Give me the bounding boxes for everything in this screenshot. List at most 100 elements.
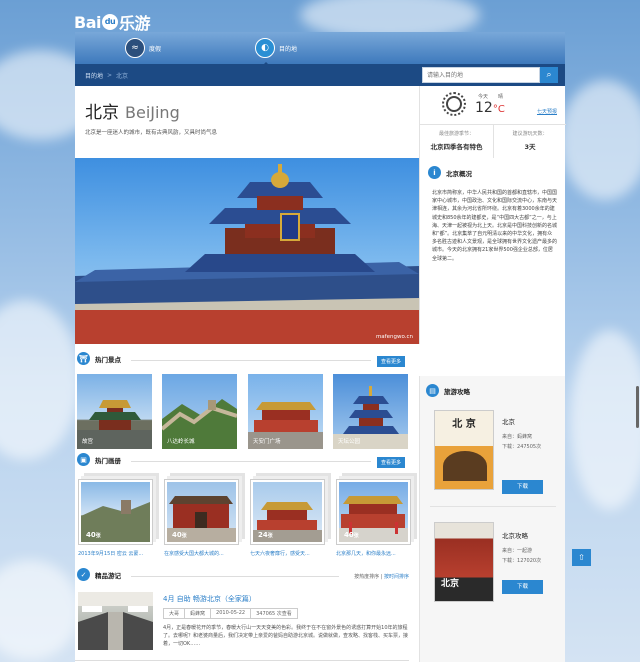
suggested-days-label: 建议游玩天数： bbox=[512, 131, 548, 137]
search-input[interactable] bbox=[422, 67, 540, 83]
guides-title: 旅游攻略 bbox=[444, 387, 470, 396]
guide-cover[interactable]: 北京 bbox=[434, 522, 494, 602]
breadcrumb-bar: 目的地 > 北京 ⌕ bbox=[75, 64, 565, 86]
album-cover: 24张 bbox=[253, 482, 322, 542]
train-interior-image bbox=[78, 592, 153, 650]
guide-source-label: 来自： bbox=[502, 548, 518, 554]
temperature-value: 12 bbox=[475, 100, 493, 116]
overview-text: 北京市简称京，中华人民共和国的首都和直辖市，中国国家中心城市，中国政治、文化和国… bbox=[432, 190, 558, 262]
album-card[interactable]: 40张 bbox=[336, 479, 411, 545]
divider bbox=[131, 461, 371, 462]
search-icon: ⌕ bbox=[546, 70, 552, 80]
album-count-unit: 张 bbox=[181, 533, 187, 539]
travelogue-sort: 按热度排序 | 按时间排序 bbox=[354, 573, 409, 580]
guide-source-value: 蚂蜂窝 bbox=[517, 434, 533, 440]
guide-cover-title: 北 京 bbox=[452, 419, 476, 430]
temperature-unit: °C bbox=[492, 104, 505, 115]
scrollbar[interactable] bbox=[636, 386, 639, 428]
top-nav: ≈ 度假 ◐ 目的地 bbox=[75, 32, 565, 66]
divider bbox=[131, 360, 371, 361]
guide-source: 来自：蚂蜂窝 bbox=[502, 433, 541, 440]
album-count: 24张 bbox=[258, 531, 273, 539]
album-card[interactable]: 40张 bbox=[78, 479, 153, 545]
weather-panel: 今天 晴 12°C 七天预报 最佳旅游季节： 北京四季各有特色 建议游玩天数： … bbox=[419, 86, 566, 158]
spot-name: 八达岭长城 bbox=[167, 439, 195, 445]
spots-more-button[interactable]: 查看更多 bbox=[377, 356, 406, 367]
album-cover: 40张 bbox=[339, 482, 408, 542]
album-count-number: 40 bbox=[86, 531, 96, 539]
breadcrumb-separator: > bbox=[107, 71, 113, 79]
travelogue-item[interactable]: 4月 自助 畅游北京（全家篇） 大哥 蚂蜂窝 2010-05-22 347065… bbox=[75, 588, 419, 662]
baidu-lvyou-logo[interactable]: Bai du 乐游 bbox=[74, 10, 151, 34]
divider bbox=[131, 576, 339, 577]
guide-download-button[interactable]: 下载 bbox=[502, 480, 543, 494]
logo-text-bai: Bai bbox=[74, 12, 101, 32]
travelogue-thumbnail bbox=[78, 592, 153, 650]
guide-cover-bg bbox=[435, 523, 493, 601]
best-season-value: 北京四季各有特色 bbox=[430, 143, 483, 151]
guide-download-button[interactable]: 下载 bbox=[502, 580, 543, 594]
destination-icon: ◐ bbox=[255, 38, 275, 58]
spot-card-great-wall[interactable]: 八达岭长城 bbox=[162, 374, 237, 449]
meta-source: 蚂蜂窝 bbox=[184, 608, 212, 619]
guide-cover-title: 北京 bbox=[441, 579, 460, 589]
spot-card-tiananmen[interactable]: 天安门广场 bbox=[248, 374, 323, 449]
overview-title: 北京概况 bbox=[446, 169, 472, 178]
guide-source-label: 来自： bbox=[502, 434, 518, 440]
guide-title[interactable]: 北京攻略 bbox=[502, 530, 541, 540]
sort-by-time-link[interactable]: 按时间排序 bbox=[384, 574, 409, 580]
divider bbox=[75, 660, 409, 661]
album-caption[interactable]: 2013年9月15日 密云 云蒙... bbox=[78, 550, 158, 557]
nav-item-label: 目的地 bbox=[279, 45, 298, 53]
meta-views: 347065 次查看 bbox=[250, 608, 298, 619]
nav-item-vacation[interactable]: ≈ 度假 bbox=[125, 38, 161, 58]
hot-albums-title: 热门画册 bbox=[95, 456, 121, 465]
albums-more-button[interactable]: 查看更多 bbox=[377, 457, 406, 468]
album-card[interactable]: 24张 bbox=[250, 479, 325, 545]
city-name-en: BeiJing bbox=[125, 103, 180, 122]
album-cover: 40张 bbox=[81, 482, 150, 542]
guide-title[interactable]: 北京 bbox=[502, 416, 541, 426]
travelogue-title-link[interactable]: 4月 自助 畅游北京（全家篇） bbox=[163, 594, 256, 604]
weather-condition: 晴 bbox=[498, 94, 504, 100]
album-caption[interactable]: 北京那几天，和你最永远... bbox=[336, 550, 416, 557]
guides-heading: ▤ 旅游攻略 bbox=[426, 384, 470, 397]
search-button[interactable]: ⌕ bbox=[540, 67, 558, 83]
album-count: 40张 bbox=[172, 531, 187, 539]
sort-by-hot-link[interactable]: 按热度排序 bbox=[354, 574, 379, 580]
photo-icon: ▣ bbox=[77, 453, 90, 466]
back-to-top-button[interactable]: ⇧ bbox=[572, 549, 591, 566]
city-name-cn: 北京 bbox=[85, 103, 119, 123]
city-description: 北京是一座迷人的城市，既有古典风韵，又具时尚气息 bbox=[85, 130, 218, 136]
travelogue-meta: 大哥 蚂蜂窝 2010-05-22 347065 次查看 bbox=[163, 608, 298, 619]
weather-temperature: 12°C bbox=[475, 100, 505, 116]
guide-downloads: 下载：247505次 bbox=[502, 443, 541, 450]
guide-downloads-label: 下载： bbox=[502, 558, 518, 564]
city-header: 北京 BeiJing 北京是一座迷人的城市，既有古典风韵，又具时尚气息 bbox=[75, 86, 419, 158]
temple-illustration bbox=[75, 164, 419, 344]
guide-downloads-value: 127020次 bbox=[517, 558, 542, 564]
info-icon: i bbox=[428, 166, 441, 179]
album-count: 40张 bbox=[344, 531, 359, 539]
breadcrumb-root[interactable]: 目的地 bbox=[85, 71, 103, 80]
album-card[interactable]: 40张 bbox=[164, 479, 239, 545]
breadcrumb-current: 北京 bbox=[116, 72, 129, 80]
meta-author: 大哥 bbox=[163, 608, 186, 619]
vacation-icon: ≈ bbox=[125, 38, 145, 58]
seven-day-forecast-link[interactable]: 七天预报 bbox=[537, 108, 557, 115]
travelogue-heading: ✓ 精品游记 bbox=[77, 568, 121, 581]
guide-cover[interactable]: 北 京 bbox=[434, 410, 494, 490]
spot-card-forbidden-city[interactable]: 故宫 bbox=[77, 374, 152, 449]
suggested-days-value: 3天 bbox=[524, 143, 536, 151]
nav-item-label: 度假 bbox=[149, 45, 162, 53]
city-overview: i 北京概况 北京市简称京，中华人民共和国的首都和直辖市，中国国家中心城市，中国… bbox=[419, 158, 565, 344]
album-caption[interactable]: 在京感受大国大都大城的... bbox=[164, 550, 244, 557]
album-caption[interactable]: 七天六夜奢靡行，感受天... bbox=[250, 550, 330, 557]
guide-downloads-label: 下载： bbox=[502, 444, 518, 450]
hot-spots-heading: ⛩ 热门景点 bbox=[77, 352, 121, 365]
album-count-unit: 张 bbox=[267, 533, 273, 539]
spot-card-temple-of-heaven[interactable]: 天坛公园 bbox=[333, 374, 408, 449]
nav-item-destination[interactable]: ◐ 目的地 bbox=[255, 38, 298, 66]
hero-watermark: mafengwo.cn bbox=[375, 334, 413, 340]
best-season-box: 最佳旅游季节： 北京四季各有特色 bbox=[420, 124, 493, 158]
